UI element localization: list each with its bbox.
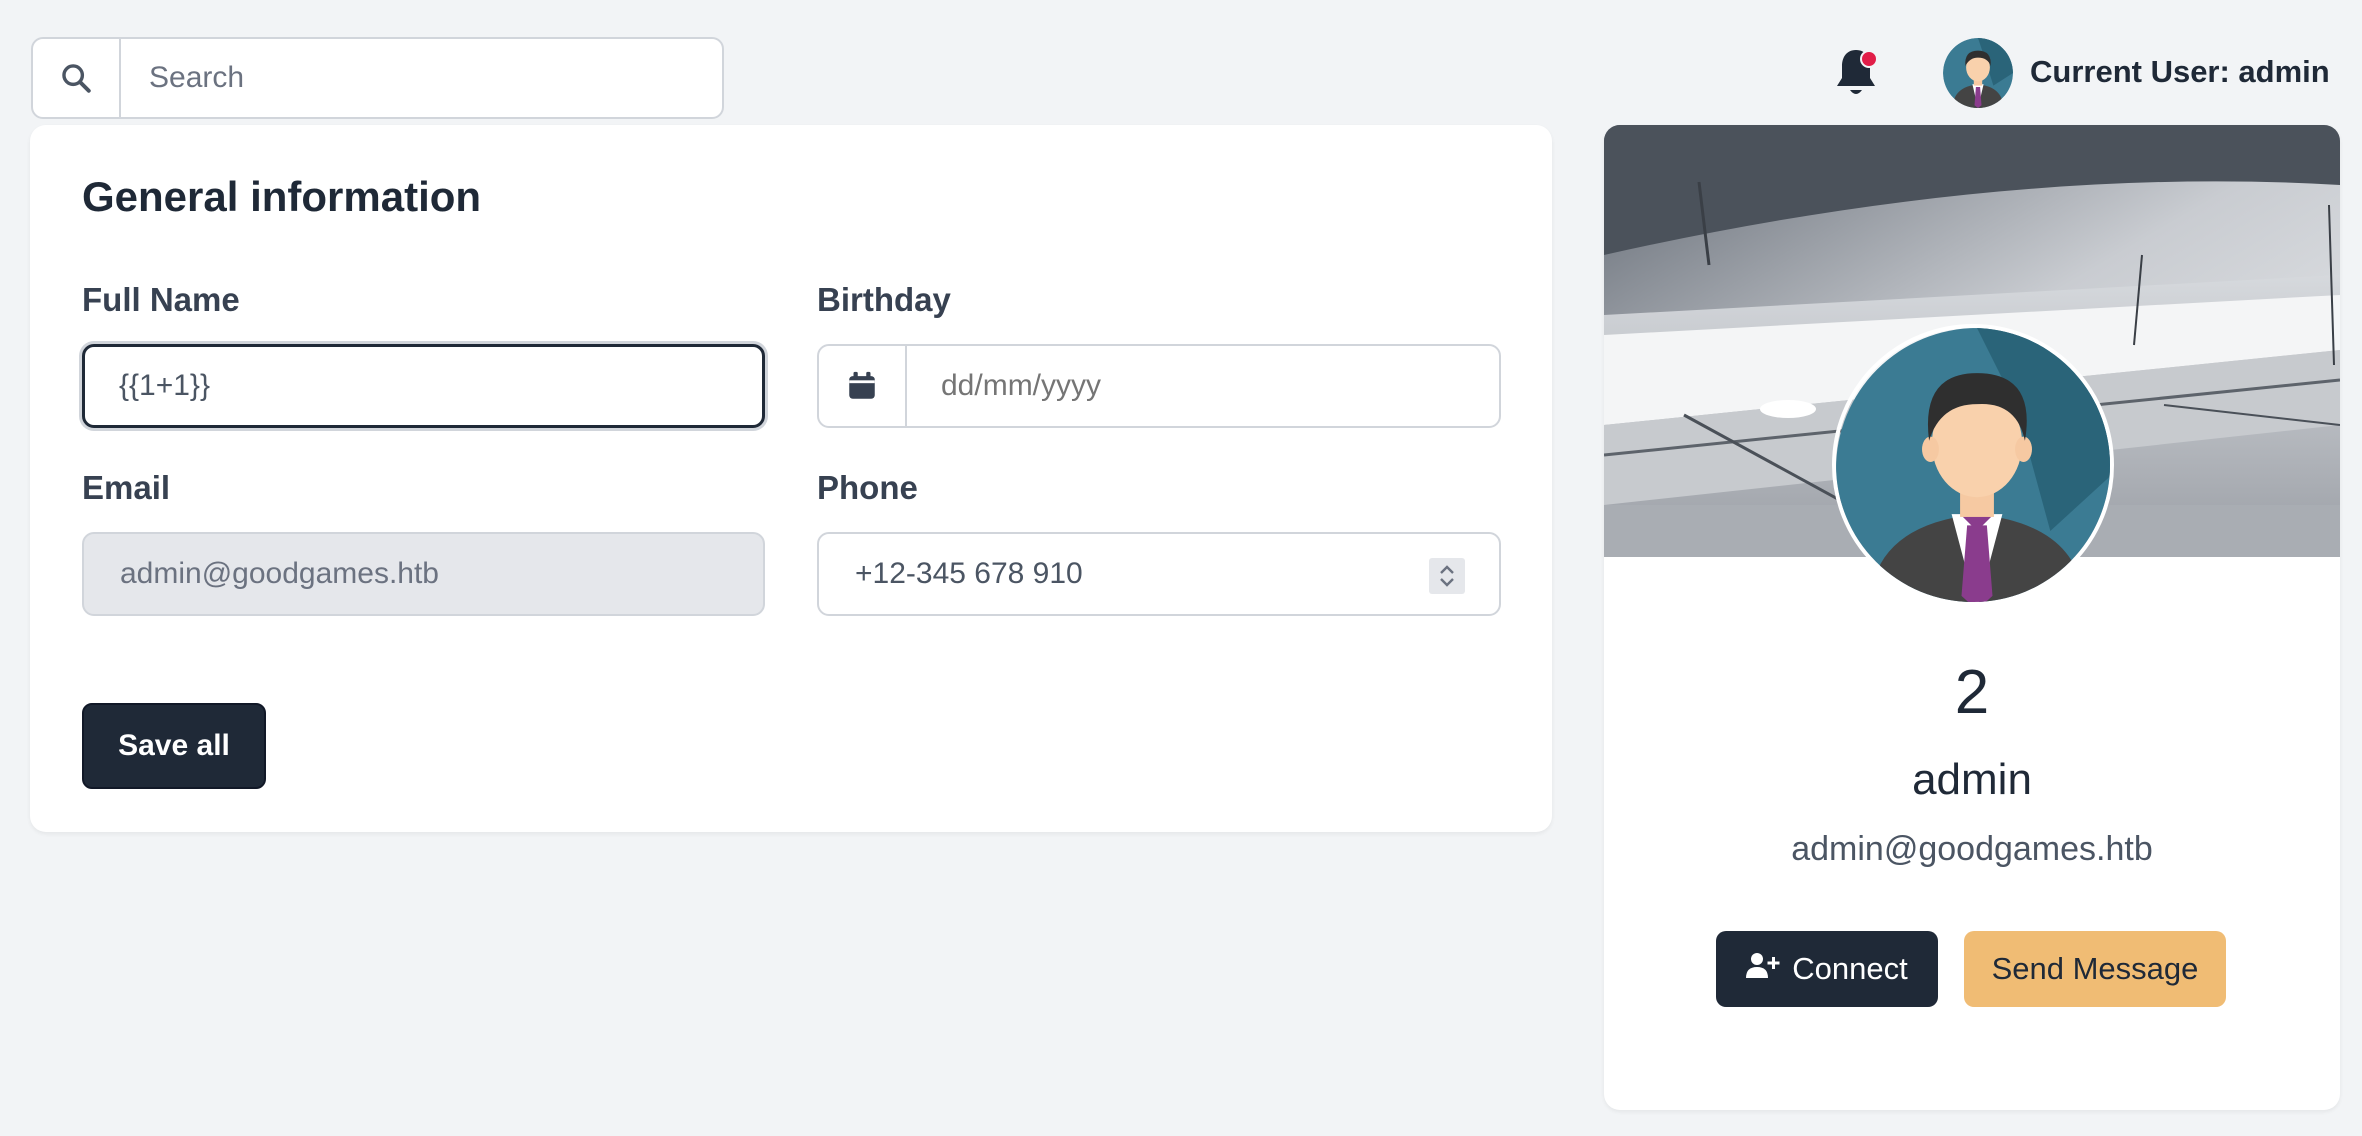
search-bar[interactable] (31, 37, 724, 119)
user-plus-icon (1746, 951, 1780, 987)
save-all-button[interactable]: Save all (82, 703, 266, 789)
full-name-field[interactable] (82, 344, 765, 428)
phone-input[interactable] (819, 534, 1379, 614)
connect-button[interactable]: Connect (1716, 931, 1938, 1007)
phone-field[interactable] (817, 532, 1501, 616)
calendar-icon[interactable] (819, 346, 907, 426)
birthday-input[interactable] (907, 346, 1499, 426)
birthday-label: Birthday (817, 281, 951, 318)
email-input (84, 534, 763, 614)
avatar[interactable] (1943, 38, 2013, 108)
full-name-input[interactable] (85, 347, 762, 425)
email-label: Email (82, 469, 171, 506)
search-input[interactable] (121, 39, 722, 117)
profile-name: admin (1912, 755, 2032, 804)
current-user-label: Current User: admin (2030, 54, 2330, 89)
card-title: General information (82, 173, 482, 220)
profile-avatar[interactable] (1832, 324, 2114, 606)
profile-number: 2 (1954, 658, 1990, 727)
phone-label: Phone (817, 469, 918, 506)
birthday-field[interactable] (817, 344, 1501, 428)
email-field (82, 532, 765, 616)
notification-dot (1860, 50, 1878, 68)
number-spinner-icon[interactable] (1429, 558, 1465, 594)
connect-label: Connect (1792, 951, 1908, 986)
send-message-button[interactable]: Send Message (1964, 931, 2226, 1007)
general-information-card: General information Full Name Birthday E… (30, 125, 1552, 832)
profile-card: 2 admin admin@goodgames.htb Connect Send… (1604, 125, 2340, 1110)
full-name-label: Full Name (82, 281, 240, 318)
search-icon[interactable] (33, 39, 121, 117)
profile-email: admin@goodgames.htb (1791, 830, 2153, 868)
